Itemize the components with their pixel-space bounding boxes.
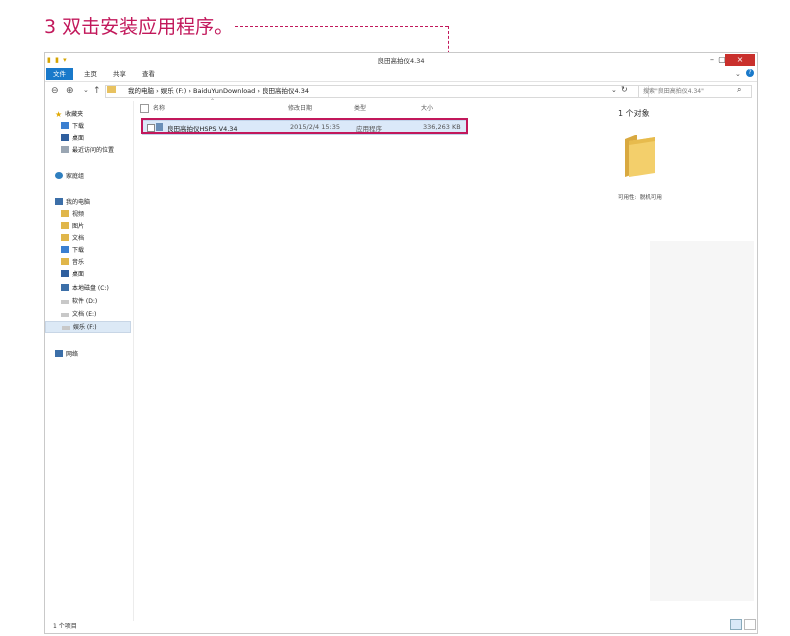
status-item-count: 1 个项目 [53,623,77,630]
system-drive-icon [61,284,69,291]
title-bar: ▮ ▮ ▾ 良田高拍仪4.34 – ▢ × [45,53,757,67]
column-size[interactable]: 大小 [421,103,433,112]
navigation-pane: ★ 收藏夹 下载 桌面 最近访问的位置 家庭组 我的电脑 视频 图片 文档 下载 … [45,101,134,621]
minimize-button[interactable]: – [707,54,717,66]
homegroup-icon [55,172,63,179]
address-folder-icon [107,86,116,93]
nav-drive-f[interactable]: 娱乐 (F:) [45,321,131,333]
tab-file[interactable]: 文件 [46,68,73,80]
tab-home[interactable]: 主页 [77,68,104,80]
tab-share[interactable]: 共享 [106,68,133,80]
recent-places-icon [61,146,69,153]
recent-locations-icon[interactable]: ⌄ [83,86,89,94]
nav-network[interactable]: 网络 [55,349,143,361]
preview-area [650,241,754,601]
help-icon[interactable]: ? [746,69,754,77]
documents-folder-icon [61,234,69,241]
nav-drive-e[interactable]: 文档 (E:) [61,309,149,321]
address-row: ⊖ ⊕ ⌄ ↑ 我的电脑 › 娱乐 (F:) › BaiduYunDownloa… [45,83,757,99]
download-folder-icon [61,122,69,129]
close-button[interactable]: × [725,54,755,66]
music-folder-icon [61,258,69,265]
nav-pictures[interactable]: 图片 [61,221,149,233]
videos-folder-icon [61,210,69,217]
nav-desktop[interactable]: 桌面 [61,269,149,281]
downloads-folder-icon [61,246,69,253]
sort-ascending-icon: ⌃ [210,98,216,105]
network-icon [55,350,63,357]
select-all-checkbox[interactable] [140,104,149,113]
address-bar[interactable]: 我的电脑 › 娱乐 (F:) › BaiduYunDownload › 良田高拍… [105,85,649,98]
drive-icon [61,300,69,304]
highlight-box [141,118,468,134]
nav-recent[interactable]: 最近访问的位置 [61,145,149,157]
drive-icon [61,313,69,317]
details-count: 1 个对象 [618,109,650,118]
column-type[interactable]: 类型 [354,103,366,112]
window-title: 良田高拍仪4.34 [377,57,425,65]
computer-icon [55,198,63,205]
nav-favorites[interactable]: ★ 收藏夹 [55,109,143,121]
instruction-title: 3 双击安装应用程序。 [44,16,234,38]
search-icon[interactable]: ⌕ [737,85,741,95]
tab-view[interactable]: 查看 [135,68,162,80]
desktop-icon [61,270,69,277]
desktop-icon [61,134,69,141]
availability-value: 脱机可用 [639,195,662,201]
back-icon[interactable]: ⊖ [51,86,59,96]
nav-downloads-fav[interactable]: 下载 [61,121,149,133]
pictures-folder-icon [61,222,69,229]
drive-icon [62,326,70,330]
nav-music[interactable]: 音乐 [61,257,149,269]
nav-homegroup[interactable]: 家庭组 [55,171,143,183]
nav-videos[interactable]: 视频 [61,209,149,221]
address-dropdown-icon[interactable]: ⌄ [611,86,617,94]
availability-label: 可用性: [618,195,637,201]
star-icon: ★ [55,110,63,119]
refresh-icon[interactable]: ↻ [621,85,628,94]
nav-desktop-fav[interactable]: 桌面 [61,133,149,145]
explorer-window: ▮ ▮ ▾ 良田高拍仪4.34 – ▢ × 文件 主页 共享 查看 ⌄ ? ⊖ … [44,52,758,634]
dashed-pointer-horizontal [235,26,448,27]
nav-drive-d[interactable]: 软件 (D:) [61,296,149,308]
folder-icon [625,135,655,177]
up-icon[interactable]: ↑ [93,86,101,96]
nav-downloads[interactable]: 下载 [61,245,149,257]
forward-icon[interactable]: ⊕ [66,86,74,96]
search-input[interactable]: 搜索"良田高拍仪4.34" [638,85,752,98]
details-view-button[interactable] [730,619,742,630]
expand-ribbon-icon[interactable]: ⌄ [735,70,741,78]
nav-documents[interactable]: 文档 [61,233,149,245]
column-name[interactable]: 名称 [153,103,165,112]
ribbon-tabs: 文件 主页 共享 查看 ⌄ ? [45,67,757,82]
column-date[interactable]: 修改日期 [288,103,312,112]
nav-this-pc[interactable]: 我的电脑 [55,197,143,209]
large-icons-view-button[interactable] [744,619,756,630]
availability: 可用性: 脱机可用 [618,193,662,201]
nav-drive-c[interactable]: 本地磁盘 (C:) [61,283,149,295]
